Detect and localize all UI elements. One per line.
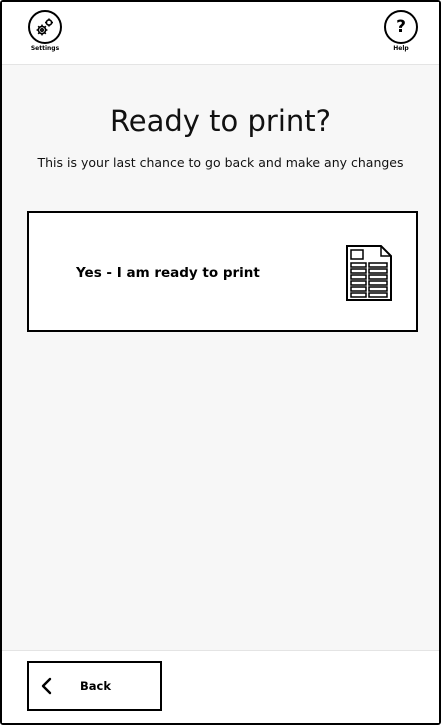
help-label: Help: [393, 45, 409, 52]
help-button[interactable]: ? Help: [381, 10, 421, 52]
footer-bar: Back: [2, 650, 439, 723]
back-label: Back: [80, 679, 111, 693]
ready-to-print-button[interactable]: Yes - I am ready to print: [27, 211, 418, 332]
gears-icon: [36, 18, 53, 36]
settings-circle: [28, 10, 62, 44]
settings-label: Settings: [30, 45, 60, 52]
document-icon: [346, 245, 392, 301]
back-button[interactable]: Back: [27, 661, 162, 711]
help-icon: ?: [384, 10, 418, 44]
ready-to-print-label: Yes - I am ready to print: [76, 265, 260, 281]
help-glyph: ?: [396, 16, 406, 37]
page-title: Ready to print?: [109, 104, 332, 138]
settings-button[interactable]: Settings: [25, 10, 65, 52]
header-bar: Settings ? Help: [2, 2, 439, 65]
page-subtitle: This is your last chance to go back and …: [37, 155, 404, 170]
chevron-left-icon: [41, 677, 52, 695]
app-frame: Settings ? Help Ready to print? This is …: [0, 0, 441, 725]
